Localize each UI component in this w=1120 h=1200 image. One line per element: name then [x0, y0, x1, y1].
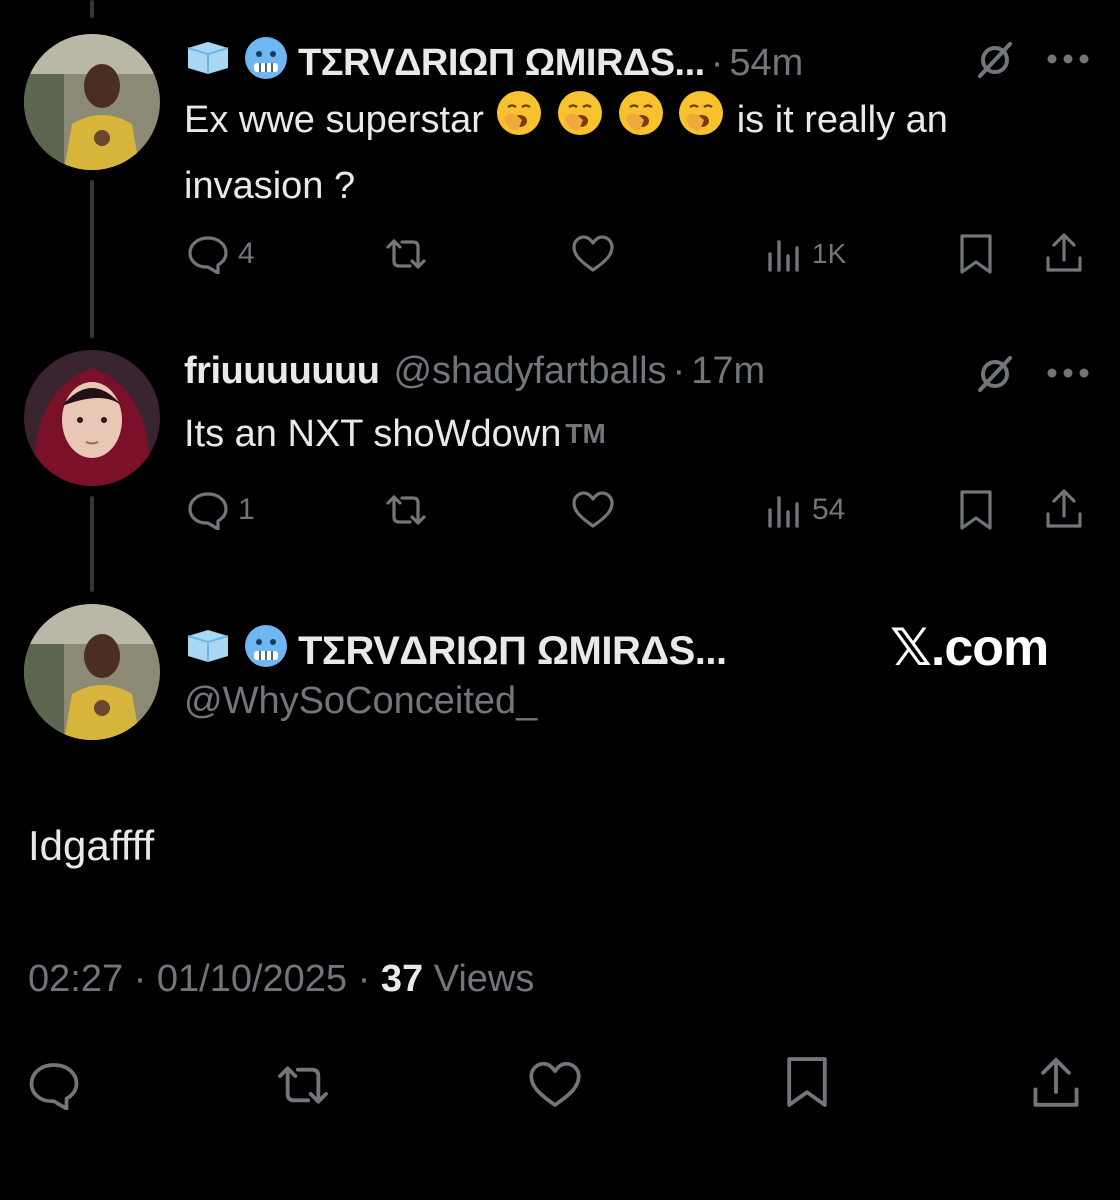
reply-text-line2: invasion ? [184, 165, 356, 207]
reply-count: 4 [238, 237, 255, 270]
view-count: 54 [812, 493, 846, 526]
thread-line-top [90, 0, 94, 18]
repost-icon [278, 1066, 328, 1104]
thread-line-2 [90, 496, 94, 592]
main-header: ΤΣRVΔRIΩП ΩMIRΔS... [184, 622, 727, 680]
yawning-face-icon [555, 88, 605, 156]
bookmark-icon [787, 1057, 827, 1107]
separator-dot: · [710, 41, 724, 84]
reply-count: 1 [238, 493, 255, 526]
view-count: 1K [812, 238, 847, 269]
share-icon [1046, 233, 1082, 272]
views-label: Views [433, 958, 535, 1000]
reply-text-content: Its an NXT shoWdown [184, 413, 562, 455]
reply-text: Ex wwe superstar is it really an invasio… [184, 88, 1084, 216]
reply-button[interactable]: 4 [186, 234, 255, 274]
more-icon[interactable] [1046, 52, 1090, 70]
bookmark-button[interactable] [958, 488, 994, 532]
reply-text-start: Ex wwe superstar [184, 99, 484, 142]
bookmark-icon [960, 490, 992, 530]
reply-icon [29, 1063, 79, 1110]
ice-cube-icon [184, 38, 232, 88]
reply-icon [188, 492, 228, 530]
reply-header: friuuuuuuu @shadyfartballs · 17m [184, 350, 765, 393]
bookmark-button[interactable] [958, 232, 994, 276]
views-button[interactable]: 54 [764, 492, 845, 528]
heart-icon [572, 235, 614, 272]
share-icon [1033, 1057, 1079, 1107]
trademark: TM [565, 418, 606, 449]
like-button[interactable] [570, 234, 616, 274]
analytics-icon [768, 240, 799, 272]
cold-face-icon [242, 622, 290, 680]
avatar[interactable] [24, 604, 160, 740]
display-name[interactable]: friuuuuuuu [184, 350, 380, 393]
share-button[interactable] [1044, 232, 1084, 274]
more-icon[interactable] [1046, 366, 1090, 384]
tweet-date[interactable]: 01/10/2025 [157, 958, 347, 1000]
ice-cube-icon [184, 626, 232, 676]
handle[interactable]: @WhySoConceited_ [184, 680, 537, 723]
share-button[interactable] [1044, 488, 1084, 530]
bookmark-button[interactable] [784, 1054, 830, 1110]
yawning-face-icon [676, 88, 726, 156]
avatar[interactable] [24, 34, 160, 170]
heart-icon [529, 1061, 581, 1107]
reply-button[interactable] [26, 1060, 82, 1110]
reply-header: ΤΣRVΔRIΩП ΩMIRΔS... · 54m [184, 34, 803, 92]
repost-icon [386, 495, 426, 525]
thread-line-1 [90, 180, 94, 338]
like-button[interactable] [570, 490, 616, 530]
grok-icon[interactable] [972, 40, 1018, 85]
grok-icon[interactable] [972, 354, 1018, 399]
reply-icon [188, 236, 228, 274]
separator-dot: · [672, 350, 686, 392]
views-button[interactable]: 1K [764, 236, 846, 272]
share-icon [1046, 489, 1082, 528]
share-button[interactable] [1030, 1056, 1082, 1110]
tweet-meta: 02:27 · 01/10/2025 · 37 Views [28, 958, 534, 1001]
separator-dot: · [133, 958, 147, 1000]
timestamp[interactable]: 54m [729, 42, 803, 85]
handle[interactable]: @shadyfartballs [393, 350, 666, 393]
timestamp[interactable]: 17m [691, 350, 765, 393]
views-count: 37 [380, 958, 424, 1000]
repost-button[interactable] [384, 492, 428, 528]
repost-button[interactable] [384, 236, 428, 272]
yawning-face-icon [494, 88, 544, 156]
like-button[interactable] [526, 1060, 584, 1110]
reply-text: Its an NXT shoWdown TM [184, 404, 1084, 464]
x-watermark: 𝕏.com [890, 619, 1049, 677]
cold-face-icon [242, 34, 290, 92]
tweet-time[interactable]: 02:27 [28, 958, 123, 1000]
reply-text-end: is it really an [736, 99, 948, 142]
yawning-face-icon [616, 88, 666, 156]
repost-icon [386, 239, 426, 269]
separator-dot: · [357, 958, 371, 1000]
display-name[interactable]: ΤΣRVΔRIΩП ΩMIRΔS... [298, 42, 705, 85]
bookmark-icon [960, 234, 992, 274]
reply-button[interactable]: 1 [186, 490, 255, 530]
heart-icon [572, 491, 614, 528]
avatar[interactable] [24, 350, 160, 486]
display-name[interactable]: ΤΣRVΔRIΩП ΩMIRΔS... [298, 629, 727, 674]
main-tweet-text: Idgaffff [28, 822, 155, 869]
analytics-icon [768, 496, 799, 528]
repost-button[interactable] [274, 1062, 332, 1108]
